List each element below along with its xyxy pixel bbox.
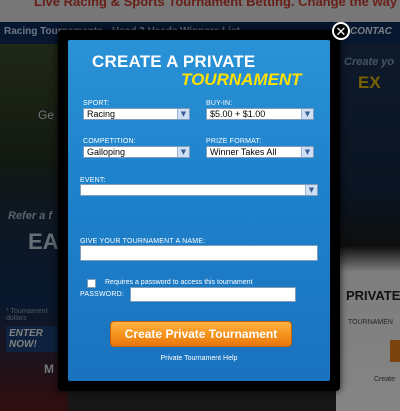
tournament-name-label: GIVE YOUR TOURNAMENT A NAME: [80,238,206,245]
prize-format-select-value: Winner Takes All [210,147,277,157]
chevron-down-icon: ▼ [301,109,313,119]
buyin-select-value: $5.00 + $1.00 [210,109,266,119]
competition-select-value: Galloping [87,147,126,157]
password-required-label: Requires a password to access this tourn… [105,279,253,286]
prize-format-select[interactable]: Winner Takes All ▼ [206,146,314,158]
event-select[interactable]: ▼ [80,184,318,196]
sport-label: SPORT: [83,100,110,107]
buyin-select[interactable]: $5.00 + $1.00 ▼ [206,108,314,120]
buyin-label: BUY-IN: [206,100,233,107]
modal-panel: CREATE A PRIVATE TOURNAMENT SPORT: Racin… [68,40,330,381]
private-tournament-help-link[interactable]: Private Tournament Help [68,355,330,362]
password-label: PASSWORD: [80,291,125,298]
modal-title-line2: TOURNAMENT [181,70,302,89]
sport-select-value: Racing [87,109,116,119]
password-input[interactable] [130,287,296,302]
chevron-down-icon: ▼ [177,147,189,157]
chevron-down-icon: ▼ [301,147,313,157]
sport-select[interactable]: Racing ▼ [83,108,190,120]
password-required-checkbox[interactable] [87,279,96,288]
chevron-down-icon: ▼ [305,185,317,195]
event-label: EVENT: [80,177,106,184]
prize-format-label: PRIZE FORMAT: [206,138,262,145]
private-tournament-modal: CREATE A PRIVATE TOURNAMENT SPORT: Racin… [58,30,340,391]
chevron-down-icon: ▼ [177,109,189,119]
tournament-name-input[interactable] [80,245,318,261]
close-icon[interactable]: ✕ [332,22,350,40]
modal-title-line1: CREATE A PRIVATE [92,52,256,71]
competition-select[interactable]: Galloping ▼ [83,146,190,158]
create-private-tournament-button[interactable]: Create Private Tournament [110,321,292,347]
competition-label: COMPETITION: [83,138,136,145]
